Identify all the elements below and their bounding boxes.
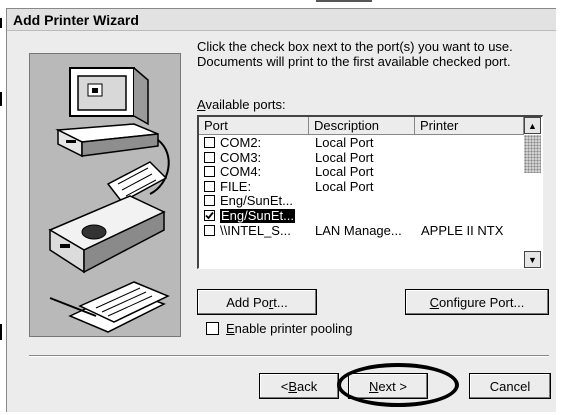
- checkmark-icon: [205, 211, 214, 220]
- port-name: COM4:: [220, 165, 262, 180]
- port-name: FILE:: [220, 179, 252, 194]
- column-header-description[interactable]: Description: [309, 117, 415, 135]
- port-name: COM3:: [220, 150, 262, 165]
- left-edge-marks: [0, 0, 3, 415]
- arrow-down-icon[interactable]: ▼: [524, 251, 541, 268]
- port-checkbox[interactable]: [204, 195, 215, 207]
- port-description: Local Port: [315, 150, 374, 165]
- enable-pooling-checkbox[interactable]: [206, 322, 219, 335]
- port-row[interactable]: \\INTEL_S... LAN Manage... APPLE II NTX: [199, 224, 522, 238]
- available-ports-label: Available ports:: [197, 97, 286, 112]
- configure-port-button[interactable]: Configure Port...: [405, 289, 549, 315]
- port-description: Local Port: [315, 179, 374, 194]
- back-button[interactable]: < Back: [259, 373, 339, 399]
- port-printer: APPLE II NTX: [421, 223, 504, 238]
- port-checkbox[interactable]: [204, 224, 215, 236]
- port-row[interactable]: COM2: Local Port: [199, 136, 522, 150]
- port-checkbox[interactable]: [204, 137, 215, 148]
- background-strip: [0, 0, 562, 8]
- port-description: Local Port: [315, 136, 374, 150]
- ports-scrollbar[interactable]: ▲ ▼: [524, 117, 541, 268]
- scroll-thumb[interactable]: [524, 135, 541, 173]
- port-row[interactable]: Eng/SunEt...: [199, 209, 522, 223]
- port-row[interactable]: Eng/SunEt...: [199, 194, 522, 208]
- dialog-title: Add Printer Wizard: [13, 12, 139, 28]
- port-description: LAN Manage...: [315, 223, 402, 238]
- next-button[interactable]: Next >: [348, 373, 428, 399]
- column-header-port[interactable]: Port: [199, 117, 309, 135]
- port-checkbox[interactable]: [204, 210, 215, 221]
- port-name: Eng/SunEt...: [220, 209, 295, 223]
- port-checkbox[interactable]: [204, 180, 215, 192]
- cancel-button[interactable]: Cancel: [469, 373, 551, 399]
- port-row[interactable]: COM3: Local Port: [199, 151, 522, 165]
- port-name: COM2:: [220, 136, 262, 150]
- port-name: Eng/SunEt...: [220, 194, 293, 209]
- port-row[interactable]: FILE: Local Port: [199, 180, 522, 194]
- add-port-button[interactable]: Add Po r t...: [197, 289, 317, 315]
- port-checkbox[interactable]: [204, 166, 215, 178]
- port-description: Local Port: [315, 165, 374, 180]
- enable-pooling-label[interactable]: Enable printer pooling: [226, 321, 352, 336]
- separator: [29, 355, 549, 357]
- port-checkbox[interactable]: [204, 151, 215, 163]
- instruction-line-2: Documents will print to the first availa…: [197, 54, 511, 69]
- title-bar[interactable]: Add Printer Wizard: [7, 9, 556, 31]
- instruction-line-1: Click the check box next to the port(s) …: [197, 39, 513, 54]
- ports-list[interactable]: Port Description Printer COM2: Local Port…: [197, 115, 543, 269]
- arrow-up-icon[interactable]: ▲: [524, 117, 541, 134]
- port-row[interactable]: COM4: Local Port: [199, 165, 522, 179]
- background-mark: [316, 0, 372, 2]
- port-name: \\INTEL_S...: [220, 223, 291, 238]
- computer-printer-illustration: [29, 53, 181, 337]
- add-printer-wizard-dialog: Add Printer Wizard Click the check box n…: [6, 8, 556, 412]
- column-header-printer[interactable]: Printer: [415, 117, 524, 135]
